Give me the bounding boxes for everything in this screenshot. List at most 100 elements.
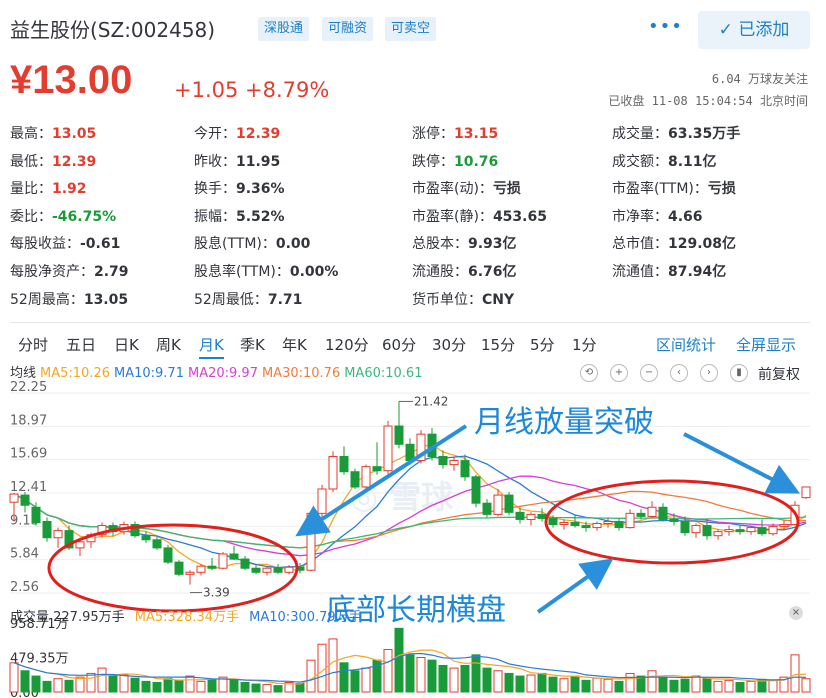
candle-body: [493, 494, 503, 515]
candle-body: [515, 511, 525, 520]
candle-body: [328, 455, 338, 490]
quote-item: 市盈率(TTM)：亏损: [612, 178, 736, 198]
quote-item: 最低：12.39: [10, 151, 96, 171]
candle-body: [284, 566, 294, 573]
tab-1[interactable]: 五日: [66, 334, 96, 355]
tab-2[interactable]: 日K: [114, 334, 139, 355]
tab-11[interactable]: 5分: [530, 334, 555, 355]
check-icon: ✓: [718, 20, 739, 40]
volume-bar: [592, 677, 602, 693]
quote-item: 货币单位：CNY: [412, 289, 514, 309]
tag-margin[interactable]: 可融资: [322, 17, 374, 41]
tag-shengutong[interactable]: 深股通: [258, 17, 310, 41]
volume-bar: [97, 667, 107, 693]
tab-9[interactable]: 30分: [432, 334, 466, 355]
volume-bar: [42, 680, 52, 693]
volume-bar: [647, 670, 657, 693]
volume-bar: [801, 678, 811, 693]
market-status: 已收盘 11-08 15:04:54 北京时间: [608, 94, 808, 108]
tab-10[interactable]: 15分: [481, 334, 515, 355]
quote-value: 129.08亿: [668, 236, 737, 253]
tab-0[interactable]: 分时: [18, 334, 48, 355]
volume-bar: [460, 664, 470, 693]
tag-short[interactable]: 可卖空: [385, 17, 437, 41]
quote-item: 成交额：8.11亿: [612, 151, 717, 171]
candle-body: [526, 513, 536, 520]
candle-body: [361, 466, 371, 488]
volume-bar: [75, 676, 85, 693]
volume-bar: [262, 684, 272, 693]
y-tick-label: 2.56: [10, 580, 39, 595]
volume-bar: [724, 679, 734, 693]
volume-bar: [383, 649, 393, 693]
quote-item: 市净率：4.66: [612, 206, 703, 226]
divider: [10, 322, 810, 323]
y-tick-label: 15.69: [10, 447, 47, 462]
quote-label: 昨收：: [194, 153, 236, 170]
tab-12[interactable]: 1分: [572, 334, 597, 355]
candle-body: [42, 520, 52, 539]
quote-item: 市盈率(静)：453.65: [412, 206, 547, 226]
candle-body: [801, 486, 811, 499]
tab-5[interactable]: 季K: [240, 334, 265, 355]
quote-label: 振幅：: [194, 208, 236, 225]
candle-body: [702, 525, 712, 537]
stock-name: 益生股份(SZ:002458): [10, 18, 216, 42]
tab-3[interactable]: 周K: [156, 334, 181, 355]
annotation-breakout: 月线放量突破: [474, 405, 654, 440]
quote-value: 6.76亿: [468, 264, 517, 280]
candle-body: [449, 460, 459, 466]
tab-8[interactable]: 60分: [382, 334, 416, 355]
candle-body: [724, 529, 734, 533]
ma-item-0: 均线: [10, 366, 37, 381]
more-options-icon[interactable]: •••: [648, 16, 683, 37]
quote-value: 13.05: [83, 291, 129, 308]
quote-value: 0.00%: [289, 264, 339, 280]
price-change: +1.05 +8.79%: [174, 78, 329, 102]
volume-bar: [394, 627, 404, 693]
volume-bar: [31, 675, 41, 693]
candle-body: [141, 535, 151, 541]
candle-body: [548, 517, 558, 526]
candle-body: [240, 558, 250, 569]
tab-6[interactable]: 年K: [282, 334, 307, 355]
quote-label: 市净率：: [612, 208, 668, 225]
candle-body: [713, 531, 723, 537]
range-stats-link[interactable]: 区间统计: [656, 334, 716, 355]
tab-4[interactable]: 月K: [199, 334, 224, 359]
ma-item-5: MA60:10.61: [344, 366, 423, 381]
volume-bar: [570, 675, 580, 693]
ma-item-3: MA20:9.97: [187, 366, 258, 381]
kline-chart[interactable]: 22.2518.9715.6912.419.135.842.56◎ 雪球21.4…: [0, 380, 826, 698]
quote-label: 股息率(TTM)：: [194, 264, 290, 280]
added-button[interactable]: ✓ 已添加: [698, 11, 810, 49]
quote-item: 今开：12.39: [194, 123, 280, 143]
quote-value: 8.11亿: [668, 153, 717, 170]
candle-body: [603, 520, 613, 525]
volume-bar: [174, 679, 184, 693]
quote-item: 量比：1.92: [10, 178, 87, 198]
volume-bar: [515, 675, 525, 693]
tab-7[interactable]: 120分: [325, 334, 369, 355]
annotation-arrow-2: [536, 558, 614, 614]
quote-item: 换手：9.36%: [194, 178, 285, 198]
candle-body: [438, 455, 448, 466]
candle-body: [20, 494, 30, 506]
quote-label: 成交量：: [612, 126, 668, 142]
quote-item: 振幅：5.52%: [194, 206, 285, 226]
close-volume-icon[interactable]: ×: [789, 606, 803, 620]
quote-item: 成交量：63.35万手: [612, 123, 740, 143]
volume-bar: [163, 678, 173, 693]
volume-bar: [427, 659, 437, 693]
quote-item: 昨收：11.95: [194, 151, 280, 171]
quote-label: 市盈率(静)：: [412, 208, 493, 225]
quote-item: 52周最高：13.05: [10, 289, 128, 309]
quote-label: 市盈率(动)：: [412, 181, 493, 198]
candle-body: [680, 520, 690, 534]
volume-bar: [229, 679, 239, 693]
volume-bar: [119, 674, 129, 693]
fullscreen-link[interactable]: 全屏显示: [736, 334, 796, 355]
quote-item: 流通值：87.94亿: [612, 261, 726, 281]
candle-body: [768, 526, 778, 535]
quote-label: 股息(TTM)：: [194, 236, 276, 253]
